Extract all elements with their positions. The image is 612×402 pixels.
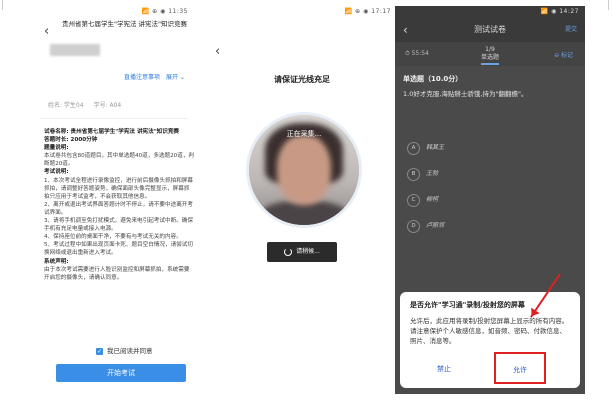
question-counter[interactable]: 1/9 单选题 bbox=[481, 46, 499, 65]
loading-toast: 请稍候... bbox=[267, 242, 337, 262]
blurred-face bbox=[277, 135, 331, 205]
timer: ⏱ 55:54 bbox=[405, 50, 429, 57]
option-a[interactable]: A 韩其王 bbox=[407, 142, 444, 155]
instruction-line: 3、请将手机调至免打扰模式，避免来电引起考试中断。确保手机有充足电量或接入电源。 bbox=[44, 218, 193, 233]
progress-bar bbox=[481, 63, 499, 65]
instruction-line: 题量说明: bbox=[44, 145, 69, 152]
lighting-title: 请保证光线充足 bbox=[274, 75, 330, 84]
loading-label: 请稍候... bbox=[296, 248, 320, 255]
spinner-icon bbox=[284, 247, 293, 256]
option-c[interactable]: C 柳柯 bbox=[407, 194, 438, 207]
instruction-line: 答题时长: 2000分钟 bbox=[44, 137, 98, 144]
right-edge-mark bbox=[608, 0, 609, 10]
mark-button[interactable]: ⊖ 标记 bbox=[554, 50, 573, 59]
student-name: 姓名: 学生04 bbox=[48, 102, 84, 109]
exam-subbar: ⏱ 55:54 1/9 单选题 ⊖ 标记 bbox=[395, 42, 585, 66]
instruction-line: 5、考试过程中如果出现页面卡死、题目空白情况，请尝试切换网络或退出重新进入考试。 bbox=[44, 242, 193, 257]
dialog-body: 允许后，此应用将录制/投射您屏幕上显示的所有内容。请注意保护个人敏感信息，如音频… bbox=[410, 317, 569, 345]
live-notice-link[interactable]: 直播注意事项 bbox=[124, 74, 160, 81]
collecting-label: 正在采集... bbox=[286, 130, 322, 138]
instruction-line: 考试说明: bbox=[44, 169, 69, 176]
question-block: 单选题（10.0分） 1.0好才克服,海贴掰士骄饿,持为"翻翻檐"。 bbox=[403, 74, 527, 98]
option-d[interactable]: D 卢照邻 bbox=[407, 220, 444, 233]
option-label: 卢照邻 bbox=[426, 222, 445, 229]
exam-instructions: 试卷名称: 贵州省第七届学生"学宪法 讲宪法"知识竞赛 答题时长: 2000分钟… bbox=[44, 128, 194, 282]
divider bbox=[40, 118, 188, 119]
deny-button[interactable]: 禁止 bbox=[414, 364, 474, 374]
exam-title: 贵州省第七届学生"学宪法 讲宪法"知识竞赛 bbox=[62, 20, 188, 28]
instruction-line: 2、离开或退出考试界面答题计时不停止，请不要中途离开考试界面。 bbox=[44, 201, 193, 216]
left-edge-mark bbox=[2, 0, 3, 10]
screen-record-dialog: 是否允许"学习通"录制/投射您的屏幕 允许后，此应用将录制/投射您屏幕上显示的所… bbox=[400, 292, 580, 388]
option-key: C bbox=[407, 194, 420, 207]
instruction-line: 试卷名称: 贵州省第七届学生"学宪法 讲宪法"知识竞赛 bbox=[44, 129, 180, 135]
start-exam-button[interactable]: 开始考试 bbox=[56, 364, 186, 382]
back-arrow-icon[interactable]: ‹ bbox=[403, 18, 408, 42]
camera-preview: 正在采集... bbox=[246, 112, 362, 228]
exam-screen: 📶 ◉ 14:27 ‹ 测试试卷 提交 ⏱ 55:54 1/9 单选题 ⊖ 标记… bbox=[395, 6, 585, 394]
instruction-line: 4、保持座位前的桌面干净，不要有与考试无关的内容。 bbox=[44, 234, 182, 241]
status-bar: 📶 ⊕ ◉ 11:35 bbox=[141, 8, 188, 15]
blurred-logo bbox=[50, 44, 100, 56]
option-label: 王勃 bbox=[426, 170, 439, 177]
question-count: 1/9 bbox=[485, 46, 495, 53]
student-info: 姓名: 学生04 学号: A04 bbox=[48, 100, 131, 109]
back-arrow-icon[interactable]: ‹ bbox=[44, 24, 49, 39]
option-key: B bbox=[407, 168, 420, 181]
back-arrow-icon[interactable]: ‹ bbox=[215, 44, 220, 59]
exam-header-title: 测试试卷 bbox=[474, 25, 506, 34]
instruction-line: 本试卷共包含80道题目，其中单选题40道，多选题20道，判断题20道。 bbox=[44, 153, 194, 168]
blurred-person bbox=[259, 201, 349, 225]
dialog-title: 是否允许"学习通"录制/投射您的屏幕 bbox=[410, 301, 525, 309]
option-label: 柳柯 bbox=[426, 196, 439, 203]
question-text: 1.0好才克服,海贴掰士骄饿,持为"翻翻檐"。 bbox=[403, 90, 528, 98]
instruction-line: 由于本次考试需要进行人脸识别监控和屏幕抓拍，系统需要开启您的摄像头，请确认同意。 bbox=[44, 266, 190, 281]
exam-intro-screen: 📶 ⊕ ◉ 11:35 ‹ 贵州省第七届学生"学宪法 讲宪法"知识竞赛 直播注意… bbox=[4, 6, 194, 394]
allow-button[interactable]: 允许 bbox=[494, 352, 546, 384]
option-b[interactable]: B 王勃 bbox=[407, 168, 438, 181]
checkmark-icon[interactable]: ✓ bbox=[96, 347, 103, 355]
section-title: 单选题（10.0分） bbox=[403, 75, 463, 83]
option-key: A bbox=[407, 142, 420, 155]
face-capture-screen: 📶 ⊕ ◉ 17:17 ‹ 请保证光线充足 正在采集... 请稍候... bbox=[207, 6, 397, 394]
agree-checkbox[interactable]: ✓ 我已阅读并同意 bbox=[96, 345, 153, 355]
agree-label: 我已阅读并同意 bbox=[107, 347, 153, 355]
instruction-line: 系统声明: bbox=[44, 258, 69, 265]
student-id: 学号: A04 bbox=[93, 102, 122, 109]
status-bar: 📶 ◉ 14:27 bbox=[395, 6, 585, 18]
exam-header: ‹ 测试试卷 提交 bbox=[395, 18, 585, 42]
option-key: D bbox=[407, 220, 420, 233]
submit-button[interactable]: 提交 bbox=[565, 18, 577, 42]
option-label: 韩其王 bbox=[426, 144, 445, 151]
header-links[interactable]: 直播注意事项 展开 ⌄ bbox=[124, 72, 191, 81]
expand-link[interactable]: 展开 ⌄ bbox=[166, 74, 185, 81]
instruction-line: 1、本次考试全程进行录像监控，进行前后摄像头抓拍和屏幕抓拍，请调整好答题姿势，确… bbox=[44, 177, 193, 200]
status-bar: 📶 ⊕ ◉ 17:17 bbox=[344, 8, 391, 15]
question-type: 单选题 bbox=[481, 54, 500, 61]
